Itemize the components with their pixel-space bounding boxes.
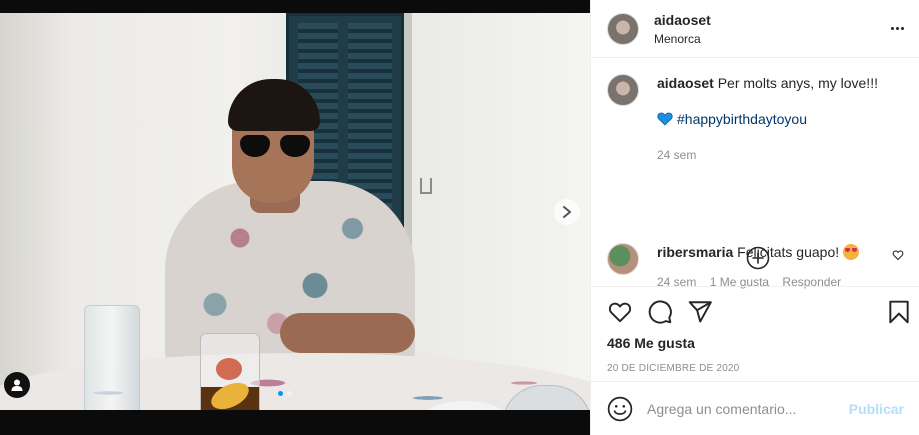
add-comment-bar: Publicar xyxy=(591,381,919,435)
more-dot xyxy=(895,26,899,30)
more-options-button[interactable] xyxy=(887,18,907,38)
caption-hashtag[interactable]: #happybirthdaytoyou xyxy=(677,110,807,128)
photo-water-glass xyxy=(84,305,140,410)
carousel-indicators xyxy=(278,391,292,396)
post-actions xyxy=(591,287,919,331)
caption-text: Per molts anys, my love!!! xyxy=(717,75,878,91)
comment-body: ribersmaria Felicitats guapo! 24 sem 1 M… xyxy=(657,243,860,291)
author-avatar[interactable] xyxy=(607,12,639,45)
carousel-dot-1 xyxy=(278,391,283,396)
heart-icon[interactable] xyxy=(607,299,633,325)
post-photo[interactable] xyxy=(0,13,590,410)
author-username[interactable]: aidaoset xyxy=(654,12,711,28)
post-location[interactable]: Menorca xyxy=(654,32,711,46)
caption-body: aidaoset Per molts anys, my love!!! #hap… xyxy=(657,74,878,164)
photo-glass-logo xyxy=(216,358,242,380)
likes-count[interactable]: 486 Me gusta xyxy=(591,331,919,351)
post-sidebar: aidaoset Menorca aidaoset Per molts anys… xyxy=(590,0,919,435)
comment-item: ribersmaria Felicitats guapo! 24 sem 1 M… xyxy=(607,243,904,291)
caption-time[interactable]: 24 sem xyxy=(657,146,878,164)
comment-input[interactable] xyxy=(647,400,847,417)
photo-wall xyxy=(0,13,70,410)
comment-icon[interactable] xyxy=(647,299,673,325)
send-icon[interactable] xyxy=(687,299,713,325)
comment-text: Felicitats guapo! xyxy=(737,244,840,260)
next-slide-button[interactable] xyxy=(554,199,580,225)
post-media xyxy=(0,0,590,435)
post-date[interactable]: 20 DE DICIEMBRE DE 2020 xyxy=(591,351,919,374)
post-header: aidaoset Menorca xyxy=(591,0,919,58)
caption-hashtag-line: #happybirthdaytoyou xyxy=(657,110,878,128)
tagged-users-button[interactable] xyxy=(4,372,30,398)
photo-sunglasses xyxy=(240,135,310,159)
photo-person-arm xyxy=(280,313,415,353)
carousel-dot-2 xyxy=(287,391,292,396)
photo-hook xyxy=(420,178,432,194)
more-horizontal-icon xyxy=(890,26,894,30)
blue-heart-icon xyxy=(657,112,673,126)
post-actions-area: 486 Me gusta 20 DE DICIEMBRE DE 2020 xyxy=(591,286,919,374)
caption-username[interactable]: aidaoset xyxy=(657,75,714,91)
comment-username[interactable]: ribersmaria xyxy=(657,244,733,260)
post-caption: aidaoset Per molts anys, my love!!! #hap… xyxy=(607,74,903,164)
smile-icon[interactable] xyxy=(607,396,633,422)
heart-eyes-emoji-icon xyxy=(843,244,860,260)
more-dot xyxy=(900,26,904,30)
comment-like-icon[interactable] xyxy=(892,249,904,261)
publish-button[interactable]: Publicar xyxy=(849,401,904,417)
author-info: aidaoset Menorca xyxy=(654,12,711,46)
commenter-avatar[interactable] xyxy=(607,243,639,275)
bookmark-icon[interactable] xyxy=(886,299,912,325)
user-icon xyxy=(11,379,23,391)
caption-avatar[interactable] xyxy=(607,74,639,106)
chevron-right-icon xyxy=(563,206,571,218)
